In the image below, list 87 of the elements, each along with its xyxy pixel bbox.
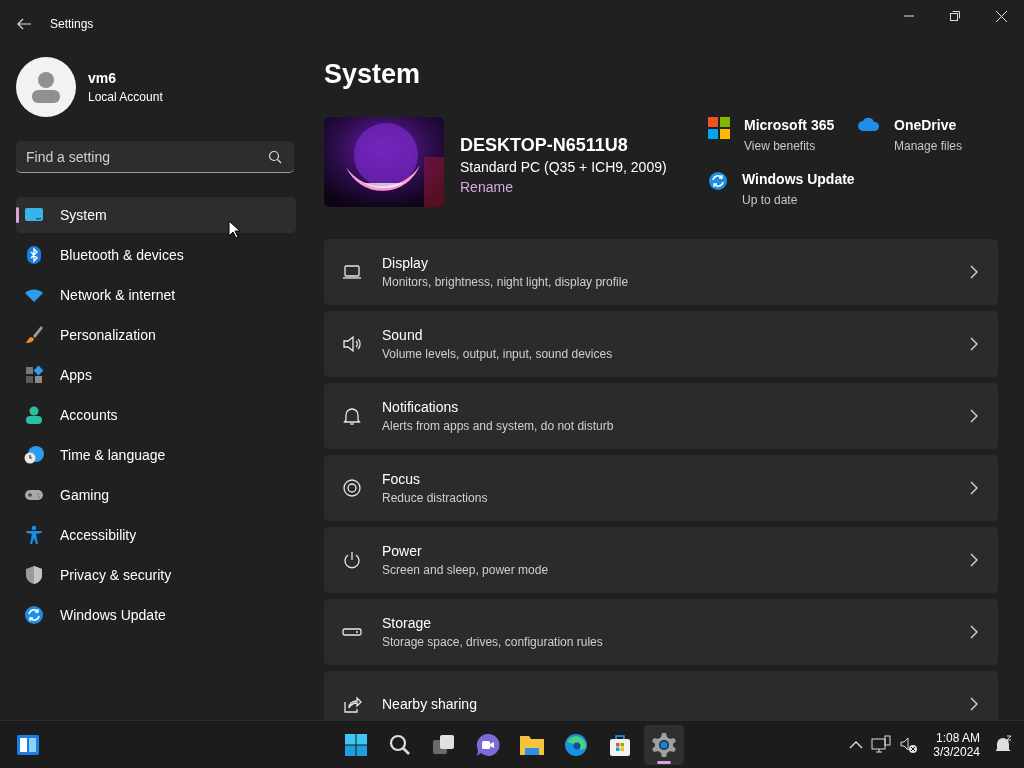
restore-icon: [950, 11, 960, 21]
widgets-icon: [16, 732, 40, 757]
mouse-cursor-icon: [228, 220, 240, 239]
card-subtitle: Screen and sleep, power mode: [382, 563, 550, 577]
nav-item[interactable]: Network & internet: [16, 277, 296, 313]
windows-stack-icon: [432, 732, 456, 757]
sync-icon: [24, 605, 44, 625]
shopping-bag-icon: [608, 732, 632, 757]
card-subtitle: Volume levels, output, input, sound devices: [382, 347, 614, 361]
card-subtitle: Alerts from apps and system, do not disturb: [382, 419, 615, 433]
settings-card[interactable]: Sound Volume levels, output, input, sound devices: [324, 311, 998, 377]
clock[interactable]: 1:08 AM 3/3/2024: [933, 730, 980, 759]
share-icon: [342, 694, 362, 714]
nav-item[interactable]: Bluetooth & devices: [16, 237, 296, 273]
quick-link-subtitle: Manage files: [894, 139, 963, 153]
swirl-logo-icon: [564, 732, 588, 757]
focus-icon: [342, 478, 362, 498]
chevron-right-icon: [970, 265, 978, 279]
chevron-right-icon: [970, 337, 978, 351]
card-subtitle: Storage space, drives, configuration rules: [382, 635, 604, 649]
quick-link-title[interactable]: Windows Update: [742, 171, 855, 187]
card-title: Power: [382, 543, 423, 559]
nav-item[interactable]: Time & language: [16, 437, 296, 473]
window-title: Settings: [50, 17, 94, 31]
chevron-right-icon: [970, 625, 978, 639]
speaker-icon: [342, 334, 362, 354]
close-icon: [995, 10, 1007, 22]
chevron-up-icon[interactable]: [849, 739, 864, 750]
settings-card[interactable]: Notifications Alerts from apps and system, do not disturb: [324, 383, 998, 449]
back-arrow-icon[interactable]: [16, 16, 32, 32]
rename-link[interactable]: Rename: [460, 179, 513, 195]
search-icon: [388, 732, 412, 757]
cloud-icon: [858, 117, 880, 131]
chevron-right-icon: [970, 697, 978, 711]
laptop-icon: [342, 262, 362, 282]
person-icon: [24, 405, 44, 425]
windows-logo-icon: [344, 732, 368, 757]
nav-item[interactable]: Apps: [16, 357, 296, 393]
card-title: Sound: [382, 327, 424, 343]
network-monitor-icon[interactable]: [871, 734, 892, 755]
chevron-right-icon: [970, 481, 978, 495]
settings-card[interactable]: Power Screen and sleep, power mode: [324, 527, 998, 593]
nav-item[interactable]: Accounts: [16, 397, 296, 433]
card-subtitle: Reduce distractions: [382, 491, 489, 505]
sync-icon: [708, 171, 728, 191]
device-model: Standard PC (Q35 + ICH9, 2009): [460, 159, 668, 175]
nav-item[interactable]: Accessibility: [16, 517, 296, 553]
settings-card[interactable]: Focus Reduce distractions: [324, 455, 998, 521]
nav-item[interactable]: Privacy & security: [16, 557, 296, 593]
card-title: Display: [382, 255, 429, 271]
nav-item[interactable]: Windows Update: [16, 597, 296, 633]
taskbar-app[interactable]: [644, 724, 684, 765]
chevron-right-icon: [970, 409, 978, 423]
four-squares-icon: [708, 117, 730, 139]
quick-link-subtitle: Up to date: [742, 193, 799, 207]
card-title: Notifications: [382, 399, 460, 415]
user-name: vm6: [88, 70, 118, 86]
bluetooth-icon: [24, 245, 44, 265]
settings-card[interactable]: Display Monitors, brightness, night light, display profile: [324, 239, 998, 305]
search-icon: [268, 150, 282, 164]
accessibility-icon: [24, 525, 44, 545]
globe-clock-icon: [24, 445, 44, 465]
video-chat-icon: [476, 732, 500, 757]
quick-link-title[interactable]: OneDrive: [894, 117, 963, 133]
account-type: Local Account: [88, 90, 163, 104]
nav-item[interactable]: Gaming: [16, 477, 296, 513]
card-title: Focus: [382, 471, 422, 487]
page-title: System: [324, 58, 422, 91]
card-subtitle: Monitors, brightness, night light, display profile: [382, 275, 630, 289]
settings-card[interactable]: Nearby sharing: [324, 671, 998, 720]
apps-icon: [24, 365, 44, 385]
gear-icon: [651, 731, 677, 758]
nav-item[interactable]: System: [16, 197, 296, 233]
shield-icon: [24, 565, 44, 585]
card-title: Storage: [382, 615, 433, 631]
power-icon: [342, 550, 362, 570]
settings-card[interactable]: Storage Storage space, drives, configuration rules: [324, 599, 998, 665]
bell-icon: [342, 406, 362, 426]
quick-link-subtitle: View benefits: [744, 139, 817, 153]
avatar[interactable]: [16, 57, 76, 117]
nav-item[interactable]: Personalization: [16, 317, 296, 353]
brush-icon: [24, 325, 44, 345]
card-title: Nearby sharing: [382, 696, 478, 712]
chevron-right-icon: [970, 553, 978, 567]
quick-link-title[interactable]: Microsoft 365: [744, 117, 835, 133]
device-name: DESKTOP-N6511U8: [460, 135, 629, 156]
search-field[interactable]: Find a setting: [16, 141, 294, 173]
